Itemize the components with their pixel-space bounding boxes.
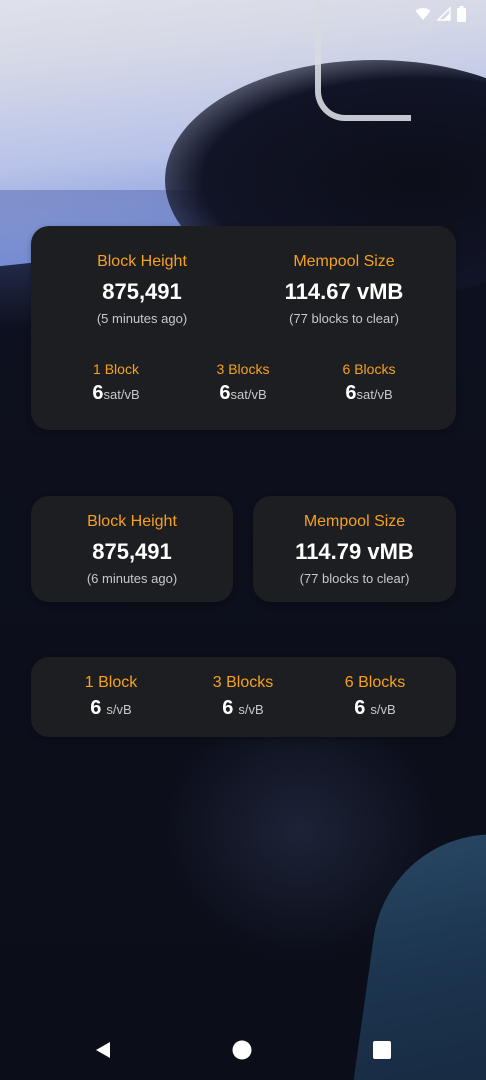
- block-height-time: (6 minutes ago): [86, 571, 178, 586]
- fee-value: 6: [90, 697, 102, 719]
- block-height-section: Block Height 875,491 (5 minutes ago): [53, 252, 231, 327]
- cell-signal-icon: [436, 6, 451, 26]
- fee-label: 3 Blocks: [216, 361, 270, 377]
- fee-label: 6 Blocks: [342, 361, 396, 377]
- fee-unit: s/vB: [370, 702, 396, 717]
- mempool-blocks-to-clear: (77 blocks to clear): [289, 311, 399, 326]
- recents-icon: [373, 1040, 391, 1064]
- back-button[interactable]: [83, 1032, 123, 1072]
- mempool-section: Mempool Size 114.79 vMB (77 blocks to cl…: [253, 512, 456, 587]
- navigation-bar: [0, 1020, 486, 1080]
- fee-rate: 6 s/vB: [51, 697, 171, 720]
- mempool-label: Mempool Size: [303, 513, 406, 530]
- fee-rate: 6 s/vB: [315, 697, 435, 720]
- fee-label: 1 Block: [93, 361, 139, 377]
- fee-unit: s/vB: [106, 702, 132, 717]
- widget-block-height[interactable]: Block Height 875,491 (6 minutes ago): [31, 496, 233, 602]
- block-height-label: Block Height: [87, 513, 177, 530]
- fee-3-blocks: 3 Blocks 6 s/vB: [183, 673, 303, 720]
- recents-button[interactable]: [362, 1032, 402, 1072]
- fee-label: 6 Blocks: [344, 674, 406, 691]
- mempool-label: Mempool Size: [293, 253, 395, 270]
- mempool-value: 114.79 vMB: [295, 539, 414, 564]
- status-bar: [0, 0, 486, 28]
- fee-label: 1 Block: [84, 674, 138, 691]
- fee-value: 6: [354, 697, 366, 719]
- widget-mempool[interactable]: Mempool Size 114.79 vMB (77 blocks to cl…: [253, 496, 456, 602]
- fee-unit: s/vB: [238, 702, 264, 717]
- fee-3-blocks: 3 Blocks 6 sat/vB: [183, 360, 303, 405]
- fee-value: 6: [219, 382, 231, 404]
- home-button[interactable]: [222, 1032, 262, 1072]
- fee-rate: 6 sat/vB: [183, 382, 303, 405]
- fee-6-blocks: 6 Blocks 6 s/vB: [315, 673, 435, 720]
- block-height-value: 875,491: [102, 279, 182, 304]
- battery-icon: [457, 6, 466, 27]
- block-height-section: Block Height 875,491 (6 minutes ago): [31, 512, 233, 587]
- fee-label: 3 Blocks: [212, 674, 274, 691]
- mempool-value: 114.67 vMB: [284, 279, 404, 304]
- wifi-icon: [415, 7, 431, 26]
- fee-rate: 6 s/vB: [183, 697, 303, 720]
- fee-1-block: 1 Block 6 s/vB: [51, 673, 171, 720]
- fee-unit: sat/vB: [356, 387, 393, 402]
- fee-rate: 6 sat/vB: [309, 382, 429, 405]
- mempool-section: Mempool Size 114.67 vMB (77 blocks to cl…: [255, 252, 433, 327]
- fee-value: 6: [345, 382, 357, 404]
- mempool-blocks-to-clear: (77 blocks to clear): [299, 571, 410, 586]
- back-icon: [93, 1040, 113, 1065]
- fee-unit: sat/vB: [103, 387, 140, 402]
- fee-rate: 6 sat/vB: [56, 382, 176, 405]
- fee-unit: sat/vB: [230, 387, 267, 402]
- fee-value: 6: [92, 382, 104, 404]
- block-height-time: (5 minutes ago): [96, 311, 188, 326]
- fee-value: 6: [222, 697, 234, 719]
- block-height-value: 875,491: [92, 539, 172, 564]
- status-icons: [415, 6, 466, 27]
- fee-1-block: 1 Block 6 sat/vB: [56, 360, 176, 405]
- block-height-label: Block Height: [97, 253, 187, 270]
- widget-fees[interactable]: 1 Block 6 s/vB 3 Blocks 6 s/vB 6 Blocks …: [31, 657, 456, 737]
- widget-large[interactable]: Block Height 875,491 (5 minutes ago) Mem…: [31, 226, 456, 430]
- home-icon: [232, 1040, 252, 1065]
- fee-6-blocks: 6 Blocks 6 sat/vB: [309, 360, 429, 405]
